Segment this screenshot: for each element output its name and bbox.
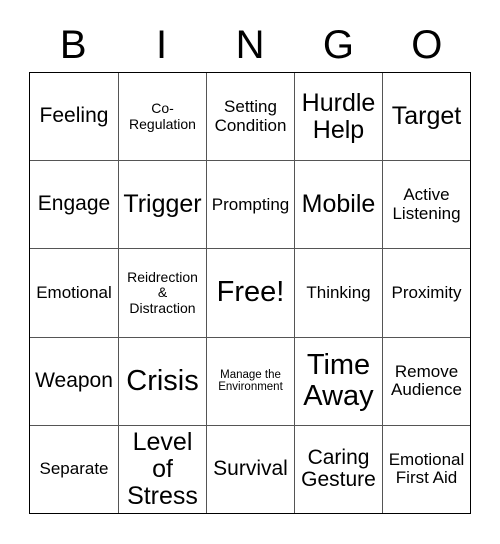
header-letter-n: N bbox=[235, 23, 265, 67]
bingo-cell-label: Co- Regulation bbox=[129, 100, 196, 132]
bingo-cell-label: Proximity bbox=[391, 282, 462, 302]
bingo-cell-label: Setting Condition bbox=[214, 97, 287, 135]
bingo-cell[interactable]: Engage bbox=[30, 161, 118, 249]
header-letter-g: G bbox=[322, 23, 354, 67]
bingo-cell-label: Prompting bbox=[211, 194, 290, 214]
bingo-cell-label: Mobile bbox=[301, 190, 376, 219]
bingo-cell[interactable]: Caring Gesture bbox=[294, 425, 382, 514]
bingo-cell[interactable]: Weapon bbox=[30, 337, 118, 425]
bingo-cell[interactable]: Emotional bbox=[30, 249, 118, 337]
bingo-cell[interactable]: Time Away bbox=[294, 337, 382, 425]
bingo-cell[interactable]: Active Listening bbox=[382, 161, 470, 249]
bingo-cell[interactable]: Prompting bbox=[206, 161, 294, 249]
bingo-cell[interactable]: Mobile bbox=[294, 161, 382, 249]
header-letter-o: O bbox=[411, 23, 443, 67]
bingo-cell-label: Engage bbox=[37, 192, 111, 216]
bingo-cell-label: Manage the Environment bbox=[218, 368, 283, 394]
bingo-cell-label: Emotional bbox=[36, 282, 112, 302]
bingo-cell-label: Hurdle Help bbox=[301, 88, 376, 144]
bingo-cell-label: Level of Stress bbox=[127, 427, 198, 510]
bingo-row: Emotional Reidrection & Distraction Free… bbox=[30, 248, 470, 337]
header-letter-b: B bbox=[59, 23, 87, 67]
bingo-cell[interactable]: Crisis bbox=[118, 337, 206, 425]
bingo-row: Feeling Co- Regulation Setting Condition… bbox=[30, 73, 470, 161]
bingo-cell[interactable]: Target bbox=[382, 73, 470, 161]
bingo-cell-label: Weapon bbox=[35, 368, 113, 392]
bingo-cell[interactable]: Trigger bbox=[118, 161, 206, 249]
bingo-cell-label: Active Listening bbox=[392, 185, 461, 223]
bingo-cell[interactable]: Level of Stress bbox=[118, 425, 206, 514]
bingo-cell[interactable]: Reidrection & Distraction bbox=[118, 249, 206, 337]
bingo-cell[interactable]: Manage the Environment bbox=[206, 337, 294, 425]
bingo-cell[interactable]: Separate bbox=[30, 425, 118, 514]
bingo-cell-label: Feeling bbox=[39, 104, 109, 128]
bingo-cell[interactable]: Emotional First Aid bbox=[382, 425, 470, 514]
bingo-cell-label: Remove Audience bbox=[391, 361, 462, 400]
bingo-cell-label: Survival bbox=[213, 457, 288, 481]
bingo-cell-free[interactable]: Free! bbox=[206, 249, 294, 337]
bingo-cell-label: Trigger bbox=[123, 190, 202, 219]
bingo-cell-label: Caring Gesture bbox=[301, 445, 376, 492]
bingo-card: B I N G O Feeling Co- Regulation Setting… bbox=[0, 0, 500, 544]
bingo-cell-label: Emotional First Aid bbox=[388, 450, 465, 488]
bingo-row: Separate Level of Stress Survival Caring… bbox=[30, 424, 470, 514]
bingo-cell-label: Time Away bbox=[303, 348, 374, 413]
bingo-free-label: Free! bbox=[216, 276, 285, 309]
bingo-cell[interactable]: Setting Condition bbox=[206, 73, 294, 161]
bingo-cell-label: Separate bbox=[39, 459, 109, 479]
bingo-cell[interactable]: Survival bbox=[206, 425, 294, 514]
bingo-cell[interactable]: Hurdle Help bbox=[294, 73, 382, 161]
header-letter-i: I bbox=[156, 23, 168, 67]
bingo-cell[interactable]: Co- Regulation bbox=[118, 73, 206, 161]
bingo-cell[interactable]: Thinking bbox=[294, 249, 382, 337]
bingo-cell[interactable]: Remove Audience bbox=[382, 337, 470, 425]
bingo-cell[interactable]: Proximity bbox=[382, 249, 470, 337]
bingo-cell-label: Crisis bbox=[126, 364, 199, 397]
bingo-header-row: B I N G O bbox=[29, 18, 471, 72]
bingo-cell-label: Target bbox=[391, 102, 462, 131]
bingo-row: Weapon Crisis Manage the Environment Tim… bbox=[30, 336, 470, 425]
bingo-cell[interactable]: Feeling bbox=[30, 73, 118, 161]
bingo-cell-label: Thinking bbox=[306, 282, 371, 302]
bingo-grid: Feeling Co- Regulation Setting Condition… bbox=[29, 72, 471, 514]
bingo-row: Engage Trigger Prompting Mobile Active L… bbox=[30, 160, 470, 249]
bingo-cell-label: Reidrection & Distraction bbox=[127, 269, 198, 316]
